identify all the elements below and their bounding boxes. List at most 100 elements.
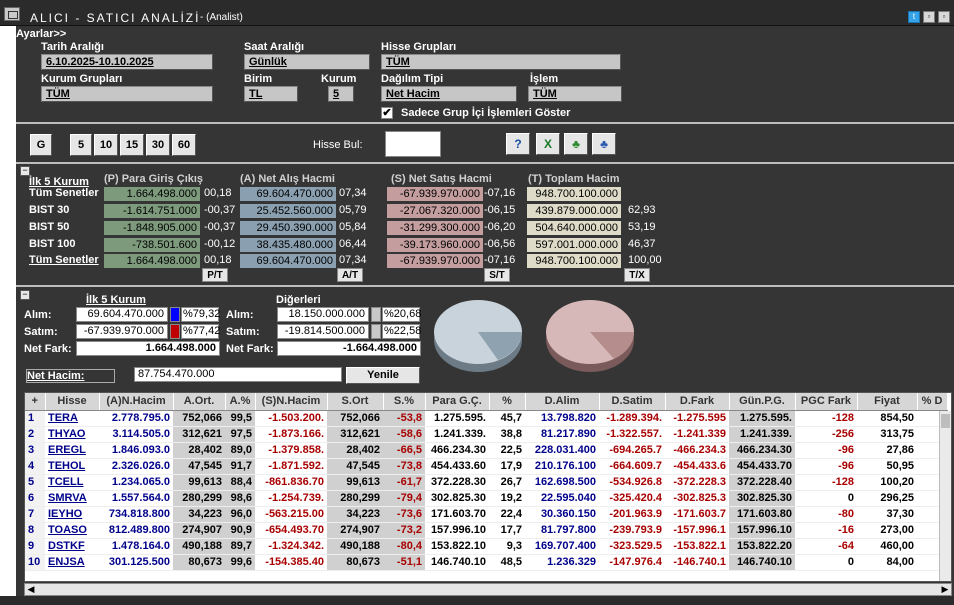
table-row[interactable]: 5 TCELL 1.234.065.0 99,613 88,4 -861.836.70 99… <box>25 474 947 491</box>
table-cell: 274,907 <box>173 522 225 539</box>
column-header[interactable]: PGC Fark <box>795 393 858 411</box>
grup-ici-label: Sadece Grup İçi İşlemleri Göster <box>401 107 571 119</box>
table-cell[interactable]: TOASO <box>45 522 99 539</box>
table-cell[interactable]: TEHOL <box>45 458 99 475</box>
table-row[interactable]: 8 TOASO 812.489.800 274,907 90,9 -654.493.70 2… <box>25 522 947 539</box>
summary-p-pct: -00,37 <box>204 221 236 233</box>
table-cell: -1.871.592. <box>255 458 327 475</box>
table-row[interactable]: 7 IEYHO 734.818.800 34,223 96,0 -563.215.00 34… <box>25 506 947 523</box>
hisse-grup-field[interactable]: TÜM <box>381 54 621 70</box>
collapse-summary-icon[interactable]: − <box>20 166 30 176</box>
table-row[interactable]: 6 SMRVA 1.557.564.0 280,299 98,6 -1.254.739. 2… <box>25 490 947 507</box>
column-header[interactable]: A.% <box>225 393 256 411</box>
table-cell: 17,9 <box>489 458 525 475</box>
table-cell: -654.493.70 <box>255 522 327 539</box>
distribution-first5-label[interactable]: İlk 5 Kurum <box>86 294 146 306</box>
column-header[interactable]: Fiyat <box>857 393 918 411</box>
tarih-field[interactable]: 6.10.2025-10.10.2025 <box>41 54 213 70</box>
restore-button[interactable]: ▫ <box>923 11 935 23</box>
tarih-label: Tarih Aralığı <box>41 41 104 53</box>
period-15-button[interactable]: 15 <box>120 134 144 156</box>
column-header[interactable]: S.Ort <box>327 393 384 411</box>
help-icon[interactable]: ? <box>506 133 530 155</box>
summary-s-pct: -07,16 <box>484 187 516 199</box>
kurum-grup-field[interactable]: TÜM <box>41 86 213 102</box>
column-header[interactable]: D.Fark <box>665 393 730 411</box>
table-row[interactable]: 3 EREGL 1.846.093.0 28,402 89,0 -1.379.858. 28… <box>25 442 947 459</box>
table-cell: 100,20 <box>857 474 917 491</box>
table-cell[interactable]: SMRVA <box>45 490 99 507</box>
period-60-button[interactable]: 60 <box>172 134 196 156</box>
table-cell: -466.234.3 <box>665 442 729 459</box>
table-cell[interactable]: ENJSA <box>45 554 99 571</box>
table-row[interactable]: 9 DSTKF 1.478.164.0 490,188 89,7 -1.324.342. 4… <box>25 538 947 555</box>
table-cell: 146.740.10 <box>729 554 795 571</box>
saat-field[interactable]: Günlük <box>244 54 370 70</box>
column-header[interactable]: Para G.Ç. <box>425 393 490 411</box>
column-header[interactable]: D.Satim <box>599 393 666 411</box>
islem-field[interactable]: TÜM <box>528 86 622 102</box>
summary-t-value: 504.640.000.000 <box>527 221 621 235</box>
table-cell: 0 <box>795 554 857 571</box>
column-header[interactable]: (A)N.Hacim <box>99 393 174 411</box>
column-header[interactable]: % <box>489 393 526 411</box>
column-header[interactable]: % D <box>917 393 948 411</box>
table-cell: 34,223 <box>327 506 383 523</box>
scroll-right-icon[interactable]: ▶ <box>939 584 951 595</box>
table-cell: 302.825.30 <box>729 490 795 507</box>
table-cell: 22,4 <box>489 506 525 523</box>
excel-icon[interactable]: X <box>536 133 560 155</box>
column-header[interactable]: (S)N.Hacim <box>255 393 328 411</box>
twitter-icon[interactable]: t <box>908 11 920 23</box>
table-cell: -146.740.1 <box>665 554 729 571</box>
close-button[interactable]: ▫ <box>938 11 950 23</box>
alim-pie-chart <box>434 300 522 372</box>
kurum-field[interactable]: 5 <box>328 86 354 102</box>
yenile-button[interactable]: Yenile <box>346 367 420 384</box>
scroll-left-icon[interactable]: ◀ <box>25 584 37 595</box>
g-button[interactable]: G <box>30 134 52 156</box>
table-cell: -147.976.4 <box>599 554 665 571</box>
column-header[interactable]: + <box>25 393 46 411</box>
column-header[interactable]: Hisse <box>45 393 100 411</box>
table-cell[interactable]: TCELL <box>45 474 99 491</box>
table-cell: -96 <box>795 458 857 475</box>
period-30-button[interactable]: 30 <box>146 134 170 156</box>
summary-t-value: 948.700.100.000 <box>527 187 621 201</box>
settings-toggle[interactable]: Ayarlar>> <box>16 28 66 40</box>
others-net-value: -1.664.498.000 <box>277 341 421 356</box>
table-cell[interactable]: TERA <box>45 410 99 427</box>
column-header[interactable]: Gün.P.G. <box>729 393 796 411</box>
main-panel: Ayarlar>> Tarih Aralığı 6.10.2025-10.10.… <box>16 26 954 596</box>
table-row[interactable]: 1 TERA 2.778.795.0 752,066 99,5 -1.503.200. 75… <box>25 410 947 427</box>
table-cell[interactable]: DSTKF <box>45 538 99 555</box>
table-row[interactable]: 4 TEHOL 2.326.026.0 47,545 91,7 -1.871.592. 47… <box>25 458 947 475</box>
table-cell: 0 <box>795 490 857 507</box>
table-cell: 1 <box>25 410 45 427</box>
table-cell[interactable]: THYAO <box>45 426 99 443</box>
table-cell: -861.836.70 <box>255 474 327 491</box>
dagilim-field[interactable]: Net Hacim <box>381 86 517 102</box>
group-green-icon[interactable]: ♣ <box>564 133 588 155</box>
column-header[interactable]: A.Ort. <box>173 393 226 411</box>
period-10-button[interactable]: 10 <box>94 134 118 156</box>
table-cell: 1.236.329 <box>525 554 599 571</box>
table-cell: 22,5 <box>489 442 525 459</box>
column-header[interactable]: S.% <box>383 393 426 411</box>
table-cell[interactable]: EREGL <box>45 442 99 459</box>
table-row[interactable]: 2 THYAO 3.114.505.0 312,621 97,5 -1.873.166. 3… <box>25 426 947 443</box>
horizontal-scrollbar[interactable]: ◀ ▶ <box>24 583 952 596</box>
collapse-distribution-icon[interactable]: − <box>20 290 30 300</box>
search-input[interactable] <box>385 131 441 157</box>
group-blue-icon[interactable]: ♣ <box>592 133 616 155</box>
birim-field[interactable]: TL <box>244 86 298 102</box>
table-cell[interactable]: IEYHO <box>45 506 99 523</box>
table-cell: -73,8 <box>383 458 425 475</box>
grup-ici-checkbox[interactable]: ✔ <box>381 107 393 119</box>
vertical-scrollbar[interactable] <box>939 411 951 581</box>
table-row[interactable]: 10 ENJSA 301.125.500 80,673 99,6 -154.385.40 8… <box>25 554 947 571</box>
column-header[interactable]: D.Alim <box>525 393 600 411</box>
table-cell: 153.822.20 <box>729 538 795 555</box>
status-bar <box>0 596 954 605</box>
period-5-button[interactable]: 5 <box>70 134 92 156</box>
